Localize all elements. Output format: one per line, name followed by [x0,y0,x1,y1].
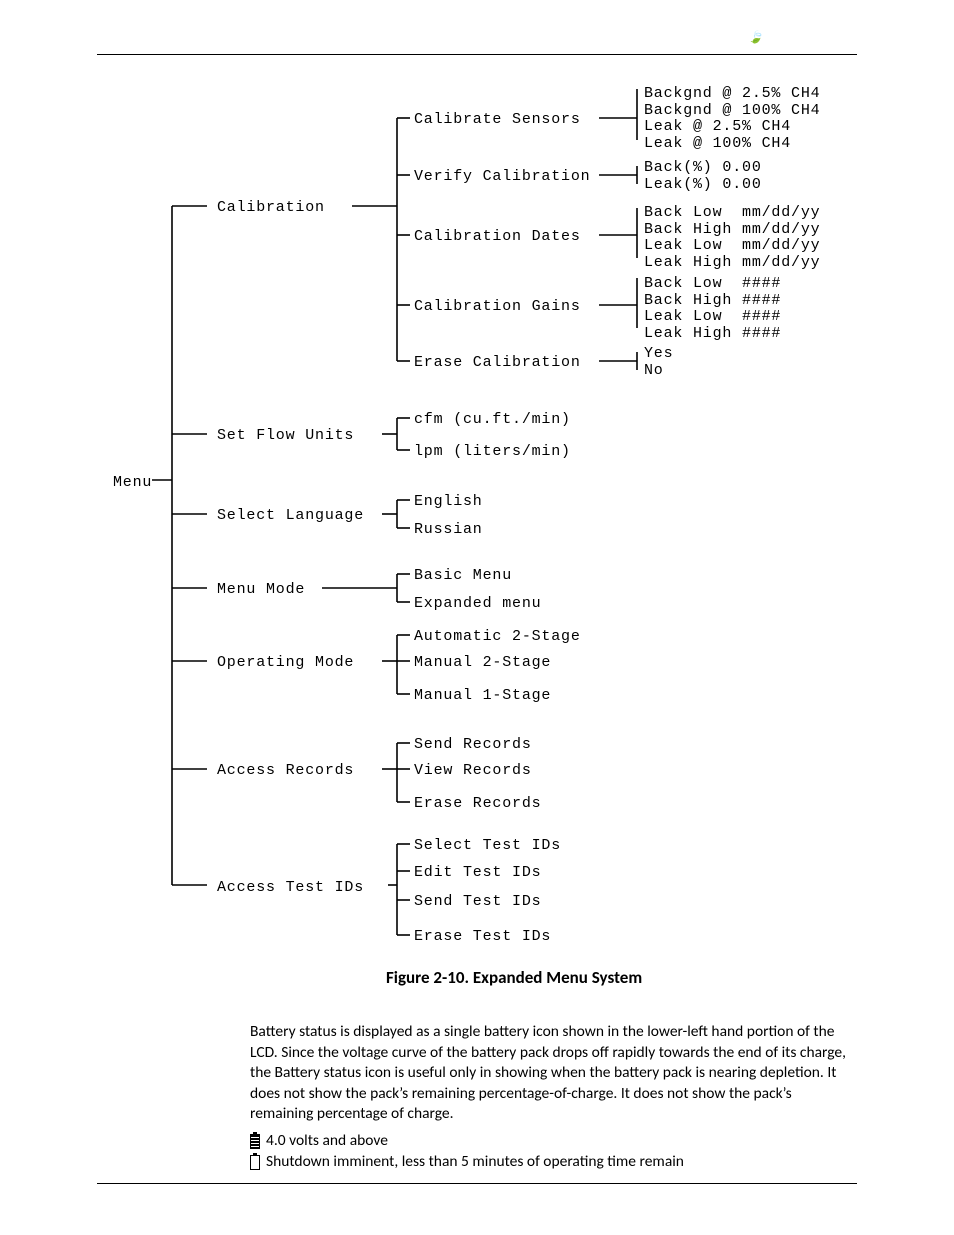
calibration-dates-label: Calibration Dates [414,228,581,245]
access-test-ids-label: Access Test IDs [217,879,364,896]
battery-empty-text: Shutdown imminent, less than 5 minutes o… [266,1152,684,1173]
flow-lpm: lpm (liters/min) [414,443,571,460]
records-send: Send Records [414,736,532,753]
footer-rule [97,1183,857,1184]
opmode-man2: Manual 2-Stage [414,654,551,671]
flow-cfm: cfm (cu.ft./min) [414,411,571,428]
battery-full-icon [250,1134,260,1149]
testids-erase: Erase Test IDs [414,928,551,945]
menu-mode-label: Menu Mode [217,581,305,598]
erase-calibration-options: Yes No [644,346,673,379]
calibrate-sensors-options: Backgnd @ 2.5% CH4 Backgnd @ 100% CH4 Le… [644,86,820,152]
menu-mode-basic: Basic Menu [414,567,512,584]
operating-mode-label: Operating Mode [217,654,354,671]
erase-calibration-label: Erase Calibration [414,354,581,371]
battery-paragraph: Battery status is displayed as a single … [250,1022,856,1125]
header-rule [97,54,857,55]
menu-mode-expanded: Expanded menu [414,595,541,612]
lang-russian: Russian [414,521,483,538]
set-flow-units-label: Set Flow Units [217,427,354,444]
opmode-auto2: Automatic 2-Stage [414,628,581,645]
access-records-label: Access Records [217,762,354,779]
calibration-dates-values: Back Low mm/dd/yy Back High mm/dd/yy Lea… [644,205,820,271]
battery-empty-icon [250,1155,260,1170]
verify-calibration-label: Verify Calibration [414,168,590,185]
leaf-icon: 🍃 [748,30,763,45]
testids-send: Send Test IDs [414,893,541,910]
select-language-label: Select Language [217,507,364,524]
battery-full-text: 4.0 volts and above [266,1131,388,1152]
calibration-gains-label: Calibration Gains [414,298,581,315]
calibration-label: Calibration [217,199,325,216]
testids-edit: Edit Test IDs [414,864,541,881]
records-view: View Records [414,762,532,779]
opmode-man1: Manual 1-Stage [414,687,551,704]
page: 🍃 [0,0,954,1235]
figure-caption: Figure 2-10. Expanded Menu System [386,967,642,988]
lang-english: English [414,493,483,510]
records-erase: Erase Records [414,795,541,812]
menu-root: Menu [113,474,152,491]
testids-select: Select Test IDs [414,837,561,854]
calibration-gains-values: Back Low #### Back High #### Leak Low ##… [644,276,781,342]
calibrate-sensors-label: Calibrate Sensors [414,111,581,128]
battery-icon-list: 4.0 volts and above Shutdown imminent, l… [250,1131,684,1173]
verify-calibration-values: Back(%) 0.00 Leak(%) 0.00 [644,160,762,193]
